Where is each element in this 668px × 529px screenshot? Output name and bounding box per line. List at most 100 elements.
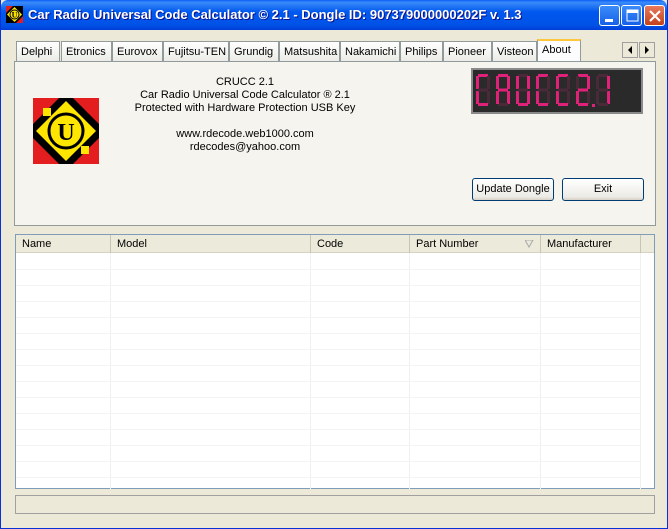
column-header-model[interactable]: Model [111, 235, 311, 253]
about-info: CRUCC 2.1 Car Radio Universal Code Calcu… [125, 76, 365, 154]
lcd-segment [556, 91, 559, 104]
row-line [16, 285, 640, 286]
row-line [16, 301, 640, 302]
maximize-icon [626, 9, 639, 22]
lcd-segment [578, 88, 588, 92]
column-divider [409, 253, 410, 489]
lcd-segment [556, 76, 559, 89]
lcd-segment [516, 91, 519, 104]
column-header-code[interactable]: Code [311, 235, 410, 253]
tab-visteon[interactable]: Visteon [492, 41, 537, 61]
close-button[interactable] [644, 5, 665, 26]
lcd-segment [576, 91, 579, 104]
logo-letter: U [57, 120, 74, 146]
column-header-part-number-label: Part Number [416, 238, 479, 250]
row-line [16, 349, 640, 350]
column-header-name[interactable]: Name [16, 235, 111, 253]
exit-button[interactable]: Exit [562, 178, 644, 201]
tab-grundig[interactable]: Grundig [229, 41, 279, 61]
lcd-segment [596, 76, 599, 89]
row-line [16, 317, 640, 318]
tab-scroll-right-button[interactable] [639, 42, 655, 58]
lcd-segment [507, 76, 510, 89]
crucc-logo: U [33, 98, 99, 164]
tab-etronics[interactable]: Etronics [61, 41, 112, 61]
lcd-segment [538, 74, 548, 77]
lcd-segment [558, 74, 568, 77]
column-divider [640, 253, 641, 489]
about-tab-page: U CRUCC 2.1 Car Radio Universal Code Cal… [14, 61, 656, 226]
tab-pioneer[interactable]: Pioneer [443, 41, 492, 61]
lcd-segment [478, 74, 488, 77]
arrow-right-icon [645, 46, 649, 54]
lcd-dot [592, 104, 595, 107]
tab-fujitsu-ten[interactable]: Fujitsu-TEN [163, 41, 229, 61]
lcd-segment [547, 91, 550, 104]
row-line [16, 429, 640, 430]
lcd-segment [598, 88, 608, 92]
app-icon: U [6, 6, 23, 23]
lcd-segment [518, 88, 528, 92]
lcd-segment [487, 76, 490, 89]
minimize-button[interactable] [599, 5, 620, 26]
lcd-segment [607, 91, 610, 104]
column-divider [310, 253, 311, 489]
row-line [16, 269, 640, 270]
lcd-segment [558, 88, 568, 92]
tab-about[interactable]: About [537, 39, 581, 62]
lcd-segment [476, 91, 479, 104]
lcd-display [471, 68, 643, 114]
tab-matsushita[interactable]: Matsushita [279, 41, 340, 61]
column-header-manufacturer[interactable]: Manufacturer [541, 235, 641, 253]
lcd-segment [576, 76, 579, 89]
minimize-icon [605, 19, 613, 22]
row-line [16, 365, 640, 366]
row-line [16, 413, 640, 414]
website-link[interactable]: www.rdecode.web1000.com [125, 128, 365, 141]
lcd-segment [498, 88, 508, 92]
lcd-segment [598, 103, 608, 106]
app-full-name: Car Radio Universal Code Calculator ® 2.… [140, 89, 350, 101]
lcd-segment [518, 74, 528, 77]
lcd-segment [536, 76, 539, 89]
lcd-segment [498, 103, 508, 106]
maximize-button[interactable] [621, 5, 642, 26]
title-bar[interactable]: U Car Radio Universal Code Calculator © … [1, 0, 667, 30]
email-link[interactable]: rdecodes@yahoo.com [125, 141, 365, 154]
lcd-segment [478, 88, 488, 92]
sort-descending-icon [525, 240, 534, 248]
main-window: U Car Radio Universal Code Calculator © … [0, 0, 668, 529]
lcd-segment [596, 91, 599, 104]
row-line [16, 333, 640, 334]
lcd-segment [496, 91, 499, 104]
column-divider [540, 253, 541, 489]
lcd-segment [476, 76, 479, 89]
table-header: Name Model Code Part Number Manufacturer [16, 235, 654, 253]
lcd-segment [516, 76, 519, 89]
lcd-segment [507, 91, 510, 104]
lcd-segment [587, 91, 590, 104]
row-line [16, 445, 640, 446]
lcd-segment [487, 91, 490, 104]
tab-nakamichi[interactable]: Nakamichi [340, 41, 400, 61]
tab-philips[interactable]: Philips [400, 41, 443, 61]
column-divider [110, 253, 111, 489]
app-name: CRUCC 2.1 [215, 76, 275, 88]
lcd-segment [538, 88, 548, 92]
lcd-segments [476, 74, 610, 107]
results-table[interactable]: Name Model Code Part Number Manufacturer [15, 234, 655, 489]
protection-text: Protected with Hardware Protection USB K… [134, 102, 356, 114]
column-header-part-number[interactable]: Part Number [410, 235, 541, 253]
tab-eurovox[interactable]: Eurovox [112, 41, 163, 61]
update-dongle-button[interactable]: Update Dongle [472, 178, 554, 201]
lcd-segment [607, 76, 610, 89]
tab-delphi[interactable]: Delphi [16, 41, 60, 61]
lcd-segment [498, 74, 508, 77]
row-line [16, 461, 640, 462]
lcd-segment [587, 76, 590, 89]
status-bar [15, 495, 655, 514]
row-line [16, 477, 640, 478]
window-title: Car Radio Universal Code Calculator © 2.… [28, 7, 522, 22]
tab-scroll-left-button[interactable] [622, 42, 638, 58]
